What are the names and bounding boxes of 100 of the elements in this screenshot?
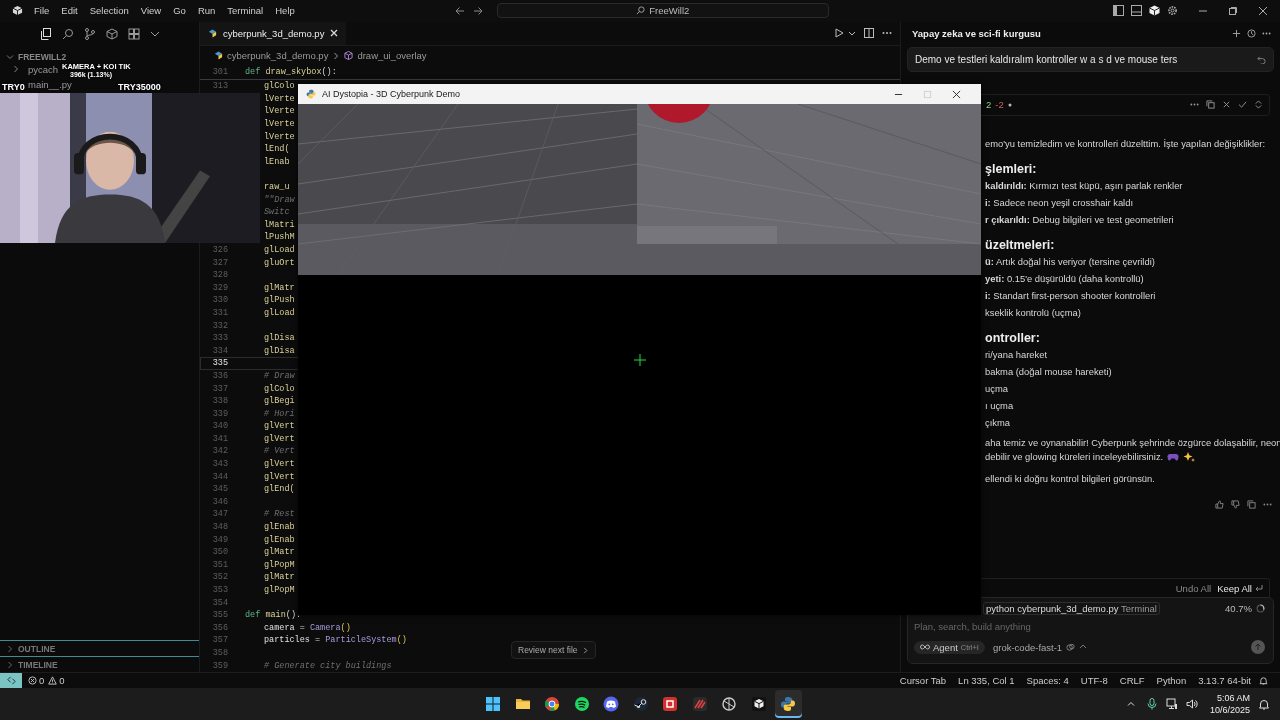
file-tree-item[interactable]: pycach <box>28 63 59 75</box>
message-heading: ontroller: <box>985 330 1041 345</box>
model-selector[interactable]: grok-code-fast-1 <box>992 641 1063 653</box>
code-line: # Vert <box>264 446 295 457</box>
copy-icon[interactable] <box>1247 499 1256 509</box>
volume-icon[interactable] <box>1185 698 1198 710</box>
cube-icon <box>344 51 354 61</box>
caret-icon[interactable] <box>848 29 856 38</box>
split-editor-icon[interactable] <box>864 28 874 39</box>
thumbs-down-icon[interactable] <box>1231 499 1240 509</box>
sidebar-layout-icon[interactable] <box>1113 5 1124 17</box>
restore-icon[interactable] <box>1228 6 1238 16</box>
undo-icon[interactable] <box>1257 54 1266 64</box>
chevron-right-icon <box>332 51 341 60</box>
check-icon[interactable] <box>1238 100 1247 110</box>
code-line: glPopM <box>264 585 295 595</box>
message-line: kaldırıldı: Kırmızı test küpü, aşırı parlak renkler <box>985 179 1184 193</box>
network-icon[interactable] <box>1165 698 1178 710</box>
code-line: lVerte <box>264 131 295 142</box>
menu-item[interactable]: Edit <box>61 5 78 17</box>
panel-layout-icon[interactable] <box>1131 5 1142 17</box>
code-line: glVert <box>264 421 295 432</box>
line-number: 350 <box>212 547 228 558</box>
copy-icon[interactable] <box>1206 100 1215 110</box>
breadcrumb[interactable]: draw_ui_overlay <box>357 50 427 62</box>
line-number: 329 <box>212 282 228 293</box>
code-line: lMatri <box>264 219 295 230</box>
review-next-file-button[interactable]: Review next file <box>511 641 596 659</box>
message-text: ellendi ki doğru kontrol bilgileri görünsün. <box>985 471 1156 486</box>
python-icon <box>306 89 316 99</box>
close-icon[interactable] <box>952 89 961 99</box>
error-count[interactable]: 0 <box>39 675 45 687</box>
search-field[interactable]: FreeWill2 <box>496 3 829 19</box>
bell-icon[interactable] <box>1259 676 1268 686</box>
infinity-icon <box>920 642 930 653</box>
status-item[interactable]: 3.13.7 64-bit <box>1198 675 1251 687</box>
remote-button[interactable] <box>0 673 22 689</box>
status-item[interactable]: Cursor Tab <box>899 675 947 687</box>
status-item[interactable]: Ln 335, Col 1 <box>958 675 1015 687</box>
line-number: 335 <box>212 358 228 369</box>
cube-icon[interactable] <box>1149 5 1160 17</box>
microphone-icon[interactable] <box>1145 698 1158 710</box>
settings-icon[interactable] <box>1167 5 1178 17</box>
warning-count[interactable]: 0 <box>59 675 65 687</box>
message-heading: şlemleri: <box>985 161 1038 176</box>
line-number: 301 <box>212 67 228 78</box>
menu-item[interactable]: Run <box>197 5 216 17</box>
panel-title[interactable]: OUTLINE <box>18 643 56 654</box>
chevron-up-icon[interactable] <box>1125 699 1136 709</box>
status-item[interactable]: Python <box>1156 675 1187 687</box>
editor-tab[interactable]: cyberpunk_3d_demo.py <box>200 21 347 45</box>
line-number: 357 <box>212 635 228 646</box>
thumbs-up-icon[interactable] <box>1215 499 1224 509</box>
status-item[interactable]: CRLF <box>1119 675 1145 687</box>
added-count: 2 <box>986 99 992 111</box>
line-number: 332 <box>212 320 228 331</box>
context-usage: 40.7% <box>1225 602 1252 614</box>
warning-icon <box>48 676 58 686</box>
plus-icon[interactable] <box>1232 29 1241 39</box>
menu-item[interactable]: Help <box>275 5 295 17</box>
message-heading: üzeltmeleri: <box>985 237 1056 252</box>
terminal-chip[interactable]: python cyberpunk_3d_demo.py Terminal <box>983 601 1160 615</box>
line-number: 339 <box>212 408 228 419</box>
menu-item[interactable]: File <box>34 5 50 17</box>
run-icon[interactable] <box>834 28 844 39</box>
status-item[interactable]: Spaces: 4 <box>1026 675 1069 687</box>
menu-item[interactable]: Terminal <box>227 5 264 17</box>
error-icon <box>28 676 37 686</box>
menu-item[interactable]: Selection <box>89 5 129 17</box>
history-icon[interactable] <box>1247 29 1256 39</box>
files-icon[interactable] <box>40 27 52 40</box>
breadcrumb[interactable]: cyberpunk_3d_demo.py <box>227 50 329 62</box>
undo-all-button[interactable]: Undo All <box>1175 582 1212 594</box>
close-icon[interactable] <box>1222 100 1231 110</box>
expand-icon[interactable] <box>1254 100 1263 110</box>
clock-date[interactable]: 10/6/2025 <box>1209 704 1250 716</box>
forward-arrow-icon[interactable] <box>472 6 483 16</box>
line-number: 334 <box>212 345 228 356</box>
line-number: 347 <box>212 509 228 520</box>
clock-time[interactable]: 5:06 AM <box>1216 692 1250 704</box>
code-line: def draw_skybox(): <box>245 67 337 78</box>
menu-item[interactable]: Go <box>173 5 186 17</box>
section-title[interactable]: FREEWILL2 <box>18 51 67 62</box>
panel-title[interactable]: TIMELINE <box>18 659 58 670</box>
line-number: 356 <box>212 622 228 633</box>
back-arrow-icon[interactable] <box>454 6 465 16</box>
keep-all-button[interactable]: Keep All <box>1217 582 1263 594</box>
python-icon[interactable] <box>775 690 802 719</box>
extensions-icon[interactable] <box>128 27 140 40</box>
file-tree-item[interactable]: main__.py <box>28 78 72 90</box>
chat-title: Yapay zeka ve sci-fi kurgusu <box>912 28 1041 40</box>
send-button[interactable] <box>1251 640 1265 655</box>
notification-bell-icon[interactable] <box>1258 698 1270 710</box>
menu-item[interactable]: View <box>140 5 162 17</box>
status-item[interactable]: UTF-8 <box>1080 675 1108 687</box>
branch-icon[interactable] <box>84 27 96 40</box>
code-line: glVert <box>264 471 295 482</box>
message-text: emo'yu temizledim ve kontrolleri düzelttim. İşte yapılan değişiklikler: <box>985 137 1267 151</box>
search-icon[interactable] <box>62 27 74 40</box>
close-icon[interactable] <box>1258 6 1268 16</box>
